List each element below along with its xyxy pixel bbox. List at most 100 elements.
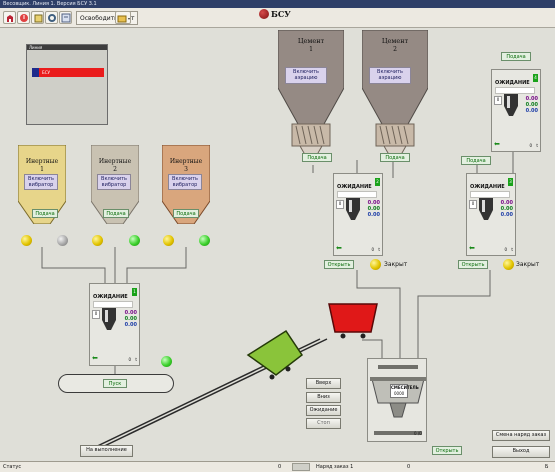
cement-doser-zero: 0: [336, 200, 344, 209]
water-doser-t: t: [511, 247, 513, 252]
skip-up-button[interactable]: Вверх: [306, 378, 341, 389]
inert-silo-2-vibrator-button[interactable]: Включить вибратор: [97, 174, 131, 190]
cement-doser-status: ОЖИДАНИЕ: [337, 184, 372, 190]
inert-doser-lamp: [161, 356, 172, 367]
cement-doser-open-button[interactable]: Открыть: [324, 260, 354, 269]
inert-silo-2-feed-button[interactable]: Подача: [103, 209, 129, 218]
additive-doser-hopper-icon: [504, 94, 518, 116]
water-doser-display: [470, 191, 510, 198]
water-doser-arrow-icon[interactable]: ⬅: [469, 245, 475, 252]
inert-silo-1-feed-button[interactable]: Подача: [32, 209, 58, 218]
additive-doser-t: t: [536, 143, 538, 148]
cement-silo-2-number: 2: [393, 46, 397, 53]
line-item-label: БСУ: [42, 70, 50, 75]
water-doser-value-3: 0.00: [500, 212, 513, 218]
inert-silo-3-label: Инертные: [169, 158, 203, 165]
status-order-label: Наряд заказ 1: [316, 464, 354, 470]
water-doser-closed-label: Закрыт: [516, 261, 540, 268]
cement-silo-2-label: Цемент: [381, 37, 409, 45]
status-end: Б: [545, 464, 549, 470]
inert-silo-3-feed-button[interactable]: Подача: [173, 209, 199, 218]
inert-silo-3-lamp-a: [163, 235, 174, 246]
mixer-value: 0000: [394, 391, 405, 396]
cement-doser-arrow-icon[interactable]: ⬅: [336, 245, 342, 252]
skip-wait-button[interactable]: Ожидание: [306, 405, 341, 416]
water-doser: 3 ОЖИДАНИЕ 0 0.00 0.00 0.00 ⬅ 0 t: [466, 173, 516, 256]
inert-doser-z: 0: [128, 357, 131, 362]
additive-doser-zero: 0: [494, 96, 502, 105]
inert-doser-arrow-icon[interactable]: ⬅: [92, 355, 98, 362]
inert-silo-1-vibrator-button[interactable]: Включить вибратор: [24, 174, 58, 190]
cement-doser-t: t: [378, 247, 380, 252]
inert-doser-zero: 0: [92, 310, 100, 319]
water-doser-z: 0: [504, 247, 507, 252]
cement-silo-2-aeration-button[interactable]: Включить аэрацию: [369, 67, 411, 84]
water-doser-open-button[interactable]: Открыть: [458, 260, 488, 269]
to-execute-button[interactable]: На выполнение: [80, 445, 133, 457]
additive-doser-arrow-icon[interactable]: ⬅: [494, 141, 500, 148]
inert-silo-1-label: Инертные: [25, 158, 59, 165]
water-doser-zero: 0: [469, 200, 477, 209]
inert-doser-number: 1: [132, 288, 137, 296]
status-count-a: 0: [278, 464, 282, 470]
cement-silo-1-feed-button[interactable]: Подача: [302, 153, 332, 162]
water-doser-lamp: [503, 259, 514, 270]
inert-silo-2-lamp-a: [92, 235, 103, 246]
inert-silo-1-lamp-a: [21, 235, 32, 246]
cement-silo-1-aeration-button[interactable]: Включить аэрацию: [285, 67, 327, 84]
cement-silo-2: Цемент 2 Включить аэрацию: [362, 30, 428, 165]
right-feed-button-2[interactable]: Подача: [461, 156, 491, 165]
inert-doser-display: [93, 301, 133, 308]
cement-doser-lamp: [370, 259, 381, 270]
status-indicator: [292, 463, 310, 471]
mixer-ratio: 0 /0: [414, 431, 422, 436]
inert-doser-t: t: [135, 357, 137, 362]
water-doser-hopper-icon: [479, 198, 493, 220]
water-doser-status: ОЖИДАНИЕ: [470, 184, 505, 190]
skip-down-button[interactable]: Вниз: [306, 392, 341, 403]
status-bar: Статус 0 Наряд заказ 1 0 Б: [0, 461, 555, 472]
cement-doser-closed-label: Закрыт: [384, 261, 408, 268]
inert-silo-3-lamp-b: [199, 235, 210, 246]
inert-silo-3-number: 3: [184, 166, 188, 173]
line-status-bar[interactable]: БСУ: [32, 68, 104, 77]
inert-silo-2-lamp-b: [129, 235, 140, 246]
line-status-tag: [32, 68, 39, 77]
line-panel: Линия БСУ: [26, 44, 108, 125]
cement-silo-1: Цемент 1 Включить аэрацию: [278, 30, 344, 165]
mixer-label: СМЕСИТЕЛЬ: [391, 385, 419, 390]
inert-silo-3-vibrator-button[interactable]: Включить вибратор: [168, 174, 202, 190]
right-feed-button-1[interactable]: Подача: [501, 52, 531, 61]
skip-stop-button[interactable]: Стоп: [306, 418, 341, 429]
cement-doser-value-3: 0.00: [367, 212, 380, 218]
cement-doser: 2 ОЖИДАНИЕ 0 0.00 0.00 0.00 ⬅ 0 t: [333, 173, 383, 256]
cement-doser-display: [337, 191, 377, 198]
additive-doser-value-3: 0.00: [525, 108, 538, 114]
additive-doser-display: [495, 87, 535, 94]
water-doser-number: 3: [508, 178, 513, 186]
conveyor-start-button[interactable]: Пуск: [103, 379, 127, 388]
cement-doser-hopper-icon: [346, 198, 360, 220]
status-count-b: 0: [407, 464, 411, 470]
inert-silo-1-lamp-b: [57, 235, 68, 246]
line-panel-header: Линия: [27, 45, 107, 50]
mixer-panel: СМЕСИТЕЛЬ 0000 0 /0: [367, 358, 427, 442]
inert-doser-value-3: 0.00: [124, 322, 137, 328]
skip-cart-lower-icon: [246, 329, 304, 380]
change-order-button[interactable]: Смена наряд заказ: [492, 430, 550, 441]
inert-silo-2-label: Инертные: [98, 158, 132, 165]
additive-doser-number: 4: [533, 74, 538, 82]
cement-doser-number: 2: [375, 178, 380, 186]
cement-doser-z: 0: [371, 247, 374, 252]
cement-silo-1-label: Цемент: [297, 37, 325, 45]
cement-silo-2-feed-button[interactable]: Подача: [380, 153, 410, 162]
inert-silo-1-number: 1: [40, 166, 44, 173]
skip-cart-upper-icon: [328, 303, 378, 339]
mixer-open-button[interactable]: Открыть: [432, 446, 462, 455]
additive-doser-z: 0: [529, 143, 532, 148]
inert-silo-2-number: 2: [113, 166, 117, 173]
exit-button[interactable]: Выход: [492, 446, 550, 458]
inert-doser-hopper-icon: [102, 308, 116, 330]
additive-doser: 4 ОЖИДАНИЕ 0 0.00 0.00 0.00 ⬅ 0 t: [491, 69, 541, 152]
additive-doser-status: ОЖИДАНИЕ: [495, 80, 530, 86]
